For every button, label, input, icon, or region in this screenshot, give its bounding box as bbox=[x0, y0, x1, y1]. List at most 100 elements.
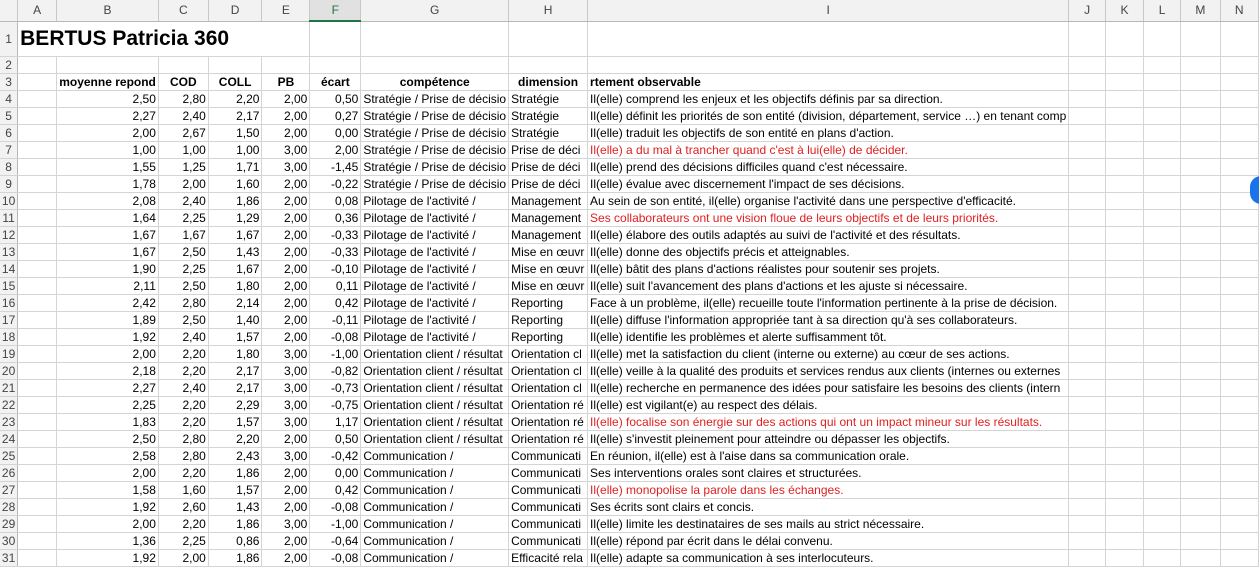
cell-empty[interactable] bbox=[1105, 124, 1145, 142]
cell-cod[interactable]: 2,80 bbox=[158, 294, 209, 312]
cell-empty[interactable] bbox=[1068, 447, 1107, 465]
cell-dimension[interactable]: Orientation cl bbox=[508, 362, 589, 380]
row-header[interactable]: 17 bbox=[0, 311, 19, 329]
cell-empty[interactable] bbox=[1143, 413, 1182, 431]
row-header[interactable]: 31 bbox=[0, 549, 19, 567]
cell-empty[interactable] bbox=[1220, 90, 1259, 108]
cell-coll[interactable]: 1,67 bbox=[208, 226, 263, 244]
cell-empty[interactable] bbox=[1105, 396, 1145, 414]
cell-empty[interactable] bbox=[1068, 209, 1107, 227]
cell-cod[interactable]: 2,50 bbox=[158, 311, 209, 329]
cell-empty[interactable] bbox=[1068, 396, 1107, 414]
cell-empty[interactable] bbox=[1105, 515, 1145, 533]
cell-competence[interactable]: Communication / bbox=[360, 549, 510, 567]
cell-pb[interactable]: 3,00 bbox=[261, 515, 311, 533]
cell-ecart[interactable]: 0,27 bbox=[309, 107, 362, 125]
cell-competence[interactable]: Communication / bbox=[360, 515, 510, 533]
cell-coll[interactable]: 2,20 bbox=[208, 430, 263, 448]
cell-dimension[interactable]: Communicati bbox=[508, 447, 589, 465]
cell-pb[interactable]: 3,00 bbox=[261, 345, 311, 363]
cell-moyenne[interactable]: 1,92 bbox=[56, 549, 159, 567]
cell-empty[interactable] bbox=[1220, 481, 1259, 499]
column-header-f[interactable]: F bbox=[309, 0, 362, 22]
cell-empty[interactable] bbox=[1180, 124, 1221, 142]
cell-empty[interactable] bbox=[1068, 515, 1107, 533]
cell-empty[interactable] bbox=[1068, 464, 1107, 482]
cell-a[interactable] bbox=[17, 532, 58, 550]
cell-dimension[interactable]: Reporting bbox=[508, 294, 589, 312]
cell-a[interactable] bbox=[17, 379, 58, 397]
cell-comportement[interactable]: Il(elle) est vigilant(e) au respect des … bbox=[587, 396, 1070, 414]
cell-empty[interactable] bbox=[1143, 345, 1182, 363]
cell-empty[interactable] bbox=[1143, 243, 1182, 261]
cell-empty[interactable] bbox=[1220, 107, 1259, 125]
cell-empty[interactable] bbox=[1105, 158, 1145, 176]
cell-ecart[interactable]: 0,50 bbox=[309, 430, 362, 448]
cell-dimension[interactable]: Efficacité rela bbox=[508, 549, 589, 567]
cell-coll[interactable]: 1,86 bbox=[208, 549, 263, 567]
cell-comportement[interactable]: Au sein de son entité, il(elle) organise… bbox=[587, 192, 1070, 210]
cell-empty[interactable] bbox=[1143, 481, 1182, 499]
header-moyenne[interactable]: moyenne repond bbox=[56, 73, 159, 91]
cell-competence[interactable]: Pilotage de l'activité / bbox=[360, 209, 510, 227]
cell-competence[interactable]: Pilotage de l'activité / bbox=[360, 192, 510, 210]
cell-competence[interactable]: Stratégie / Prise de décisio bbox=[360, 107, 510, 125]
cell-moyenne[interactable]: 2,27 bbox=[56, 107, 159, 125]
cell-empty[interactable] bbox=[1220, 277, 1259, 295]
cell-competence[interactable]: Pilotage de l'activité / bbox=[360, 328, 510, 346]
cell-empty[interactable] bbox=[1220, 362, 1259, 380]
cell-moyenne[interactable]: 1,90 bbox=[56, 260, 159, 278]
cell-ecart[interactable]: 0,42 bbox=[309, 294, 362, 312]
cell-empty[interactable] bbox=[1180, 515, 1221, 533]
row-header[interactable]: 25 bbox=[0, 447, 19, 465]
cell-ecart[interactable]: 0,42 bbox=[309, 481, 362, 499]
cell-empty[interactable] bbox=[1220, 549, 1259, 567]
column-header-m[interactable]: M bbox=[1180, 0, 1221, 22]
cell-empty[interactable] bbox=[1068, 362, 1107, 380]
cell-a[interactable] bbox=[17, 158, 58, 176]
cell-comportement[interactable]: Ses collaborateurs ont une vision floue … bbox=[587, 209, 1070, 227]
cell-dimension[interactable]: Stratégie bbox=[508, 107, 589, 125]
cell-cod[interactable]: 2,40 bbox=[158, 379, 209, 397]
cell-ecart[interactable]: 0,00 bbox=[309, 124, 362, 142]
cell-empty[interactable] bbox=[1068, 277, 1107, 295]
cell-empty[interactable] bbox=[1143, 532, 1182, 550]
cell-empty[interactable] bbox=[1143, 362, 1182, 380]
cell-empty[interactable] bbox=[1180, 192, 1221, 210]
cell-empty[interactable] bbox=[1220, 294, 1259, 312]
cell-a[interactable] bbox=[17, 209, 58, 227]
cell-empty[interactable] bbox=[1143, 430, 1182, 448]
cell-pb[interactable]: 3,00 bbox=[261, 379, 311, 397]
header-ecart[interactable]: écart bbox=[309, 73, 362, 91]
cell-competence[interactable]: Pilotage de l'activité / bbox=[360, 243, 510, 261]
cell-coll[interactable]: 1,86 bbox=[208, 192, 263, 210]
cell-empty[interactable] bbox=[1105, 362, 1145, 380]
cell-a[interactable] bbox=[17, 328, 58, 346]
row-header[interactable]: 3 bbox=[0, 73, 19, 91]
cell-empty[interactable] bbox=[1143, 311, 1182, 329]
cell-empty[interactable] bbox=[1143, 90, 1182, 108]
cell-moyenne[interactable]: 1,58 bbox=[56, 481, 159, 499]
cell-moyenne[interactable]: 2,08 bbox=[56, 192, 159, 210]
cell-moyenne[interactable]: 2,00 bbox=[56, 345, 159, 363]
cell-cod[interactable]: 2,50 bbox=[158, 277, 209, 295]
cell-comportement[interactable]: Il(elle) évalue avec discernement l'impa… bbox=[587, 175, 1070, 193]
row-header[interactable]: 6 bbox=[0, 124, 19, 142]
cell-empty[interactable] bbox=[1105, 226, 1145, 244]
cell-a[interactable] bbox=[17, 464, 58, 482]
cell-competence[interactable]: Pilotage de l'activité / bbox=[360, 226, 510, 244]
cell-moyenne[interactable]: 1,55 bbox=[56, 158, 159, 176]
cell-cod[interactable]: 2,80 bbox=[158, 90, 209, 108]
column-header-d[interactable]: D bbox=[208, 0, 263, 22]
cell-empty[interactable] bbox=[1180, 243, 1221, 261]
header-dimension[interactable]: dimension bbox=[508, 73, 589, 91]
cell-coll[interactable]: 1,80 bbox=[208, 277, 263, 295]
cell-dimension[interactable]: Management bbox=[508, 226, 589, 244]
cell-empty[interactable] bbox=[1105, 447, 1145, 465]
cell-pb[interactable]: 2,00 bbox=[261, 532, 311, 550]
cell-comportement[interactable]: Il(elle) met la satisfaction du client (… bbox=[587, 345, 1070, 363]
cell-pb[interactable]: 2,00 bbox=[261, 175, 311, 193]
cell-empty[interactable] bbox=[1220, 515, 1259, 533]
cell-empty[interactable] bbox=[1143, 396, 1182, 414]
cell-pb[interactable]: 2,00 bbox=[261, 481, 311, 499]
